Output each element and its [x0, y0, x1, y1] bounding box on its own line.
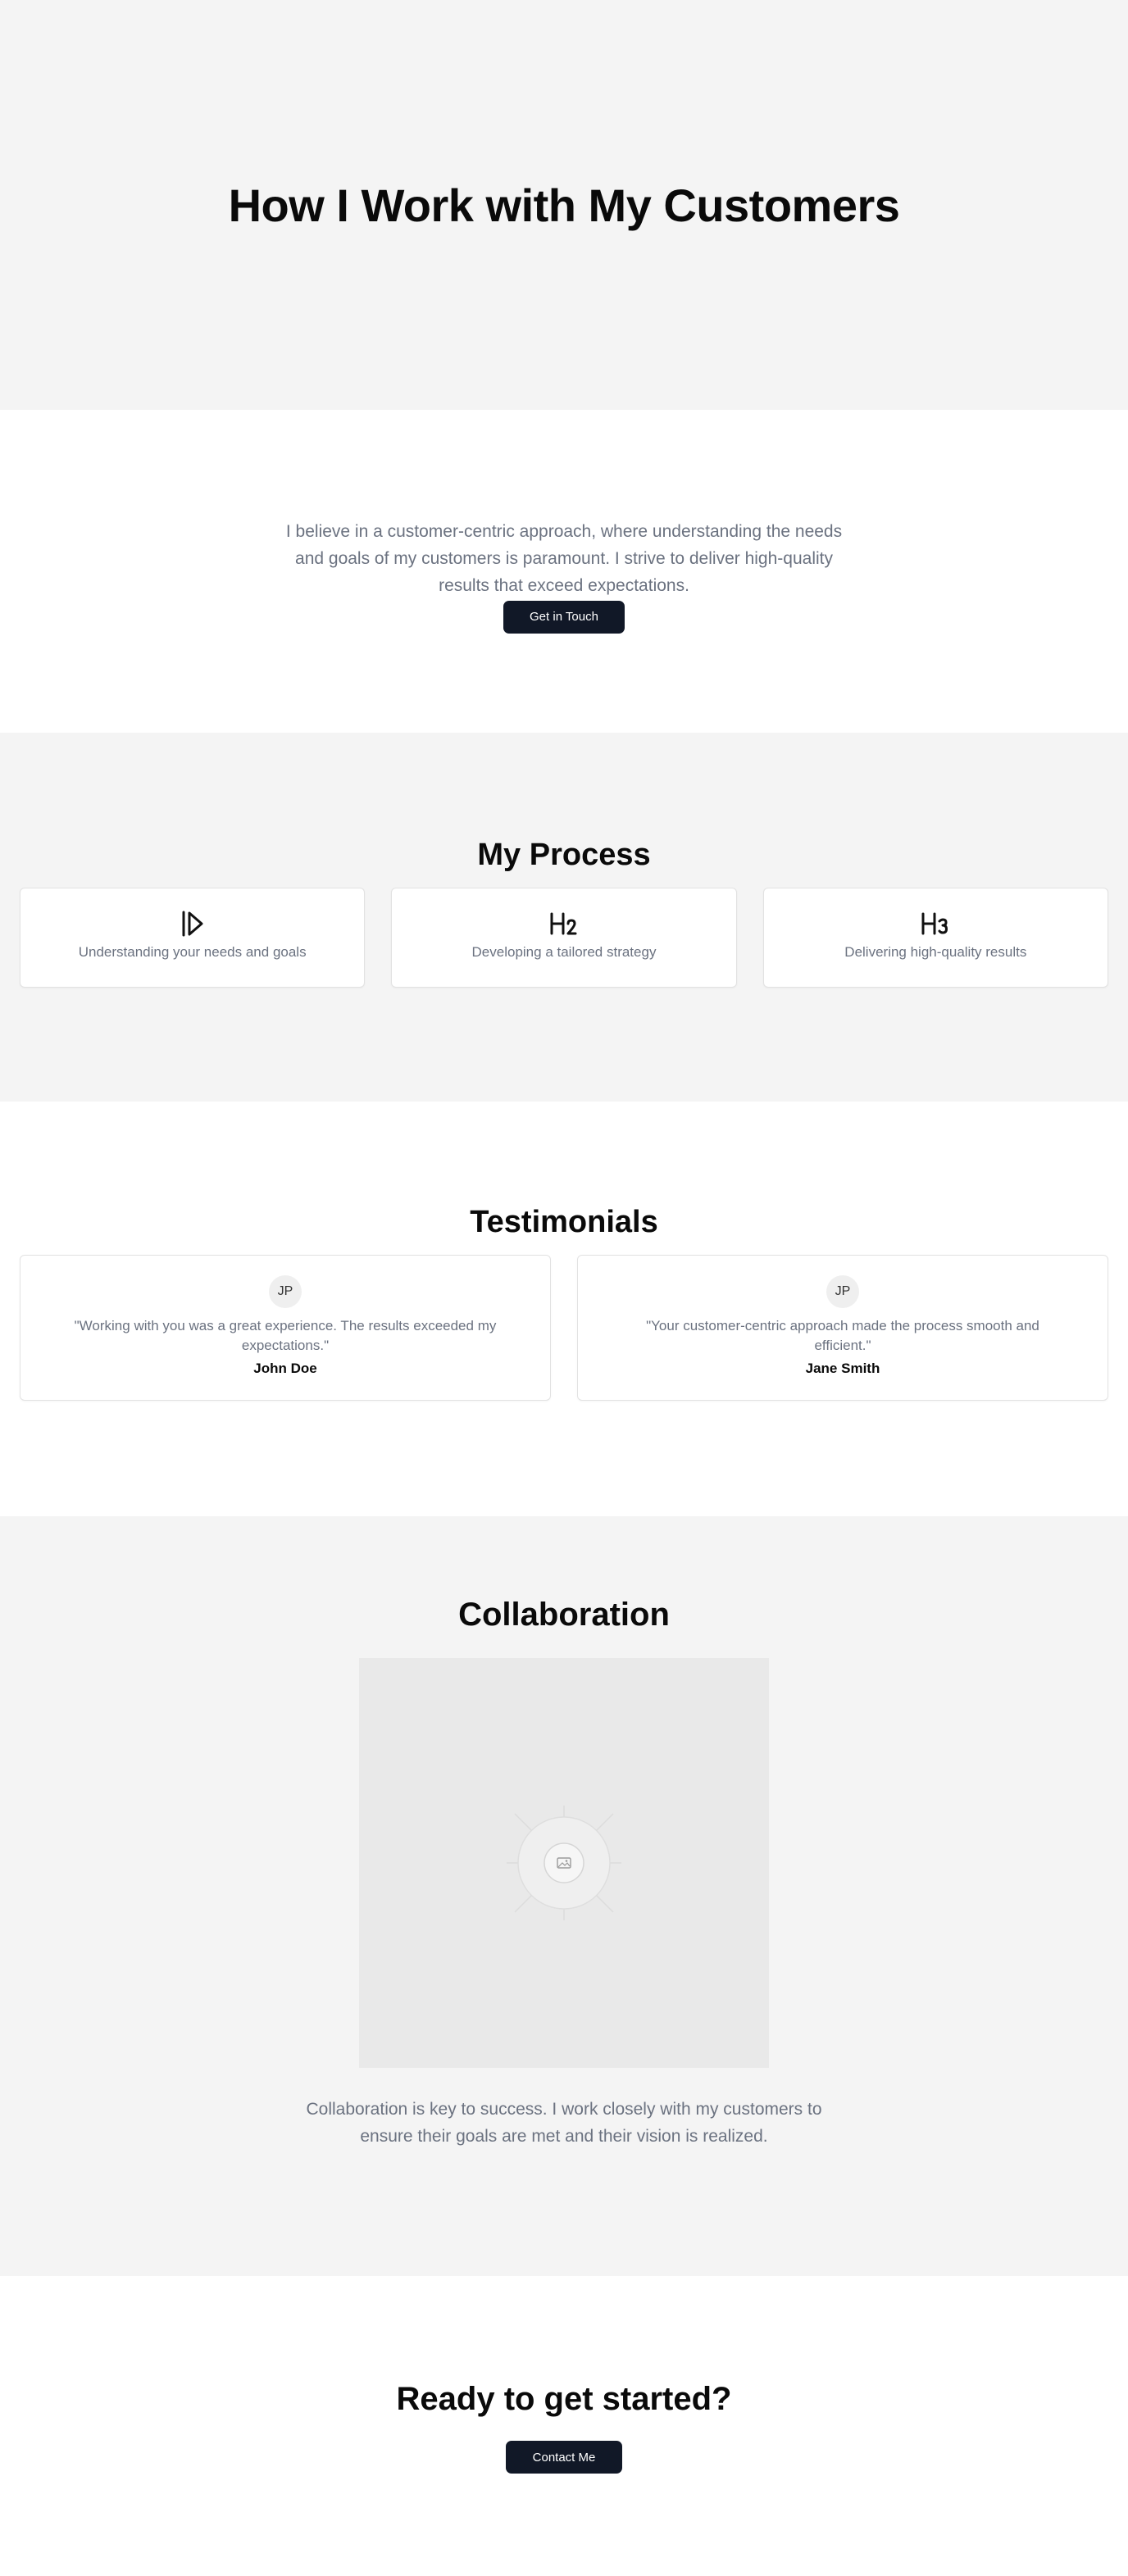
image-placeholder-icon [507, 1806, 621, 1920]
testimonial-author: John Doe [253, 1361, 317, 1376]
contact-me-button[interactable]: Contact Me [506, 2441, 622, 2474]
play-step-icon [181, 910, 204, 938]
avatar: JP [269, 1275, 302, 1308]
process-card-1: Understanding your needs and goals [20, 888, 366, 988]
process-title: My Process [477, 838, 651, 872]
process-step-label: Understanding your needs and goals [78, 944, 307, 960]
intro-section: I believe in a customer-centric approach… [0, 410, 1128, 733]
hero-section: How I Work with My Customers [0, 0, 1128, 410]
process-card-2: Developing a tailored strategy [391, 888, 737, 988]
process-card-3: Delivering high-quality results [762, 888, 1108, 988]
process-step-label: Delivering high-quality results [844, 944, 1027, 960]
collaboration-text: Collaboration is key to success. I work … [306, 2100, 822, 2146]
collaboration-title: Collaboration [458, 1597, 670, 1633]
get-in-touch-button[interactable]: Get in Touch [503, 600, 625, 634]
avatar: JP [826, 1275, 859, 1308]
testimonial-quote: "Your customer-centric approach made the… [646, 1318, 1039, 1353]
process-section: My Process Understanding your needs and … [0, 733, 1128, 1102]
heading-3-icon [921, 910, 950, 938]
testimonial-author: Jane Smith [805, 1361, 880, 1376]
page-title: How I Work with My Customers [228, 179, 900, 231]
process-step-label: Developing a tailored strategy [471, 944, 657, 960]
cta-section: Ready to get started? Contact Me [0, 2276, 1128, 2576]
cta-title: Ready to get started? [396, 2381, 732, 2417]
heading-2-icon [549, 910, 579, 938]
collaboration-image [359, 1658, 769, 2068]
intro-text: I believe in a customer-centric approach… [285, 521, 843, 595]
testimonial-card: JP "Your customer-centric approach made … [577, 1255, 1108, 1401]
testimonial-quote: "Working with you was a great experience… [74, 1318, 497, 1353]
testimonial-card: JP "Working with you was a great experie… [20, 1255, 551, 1401]
collaboration-section: Collaboration Collaboration is key to su… [0, 1516, 1128, 2276]
testimonials-title: Testimonials [470, 1205, 658, 1239]
testimonials-section: Testimonials JP "Working with you was a … [0, 1102, 1128, 1516]
